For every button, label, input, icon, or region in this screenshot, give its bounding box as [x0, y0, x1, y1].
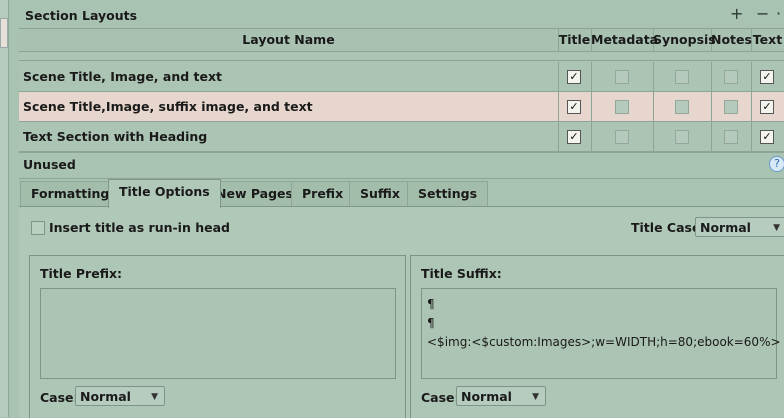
remove-layout-icon[interactable]: −: [756, 4, 769, 23]
add-layout-icon[interactable]: +: [730, 4, 743, 23]
prefix-case-label: Case:: [40, 390, 79, 405]
help-icon[interactable]: ?: [769, 156, 784, 172]
left-panel-selection: [0, 18, 8, 48]
column-separator: [711, 92, 712, 121]
title-prefix-field[interactable]: [40, 288, 396, 379]
column-separator: [653, 122, 654, 151]
column-separator: [751, 122, 752, 151]
tab-suffix[interactable]: Suffix: [349, 181, 411, 206]
unused-label: Unused: [23, 157, 76, 172]
more-options-icon[interactable]: ·: [776, 4, 781, 23]
column-separator: [751, 92, 752, 121]
suffix-line: ¶: [427, 316, 435, 330]
column-header-notes[interactable]: Notes: [711, 29, 752, 51]
tab-title-options[interactable]: Title Options: [108, 179, 221, 208]
runin-head-label: Insert title as run-in head: [49, 220, 230, 235]
table-row-partial: [19, 52, 784, 61]
title-suffix-text: ¶ ¶ <$img:<$custom:Images>;w=WIDTH;h=80;eb…: [427, 295, 781, 352]
column-separator: [558, 122, 559, 151]
title-checkbox[interactable]: ✓: [567, 130, 581, 144]
table-row[interactable]: Scene Title, Image, and text ✓ ✓: [19, 62, 784, 92]
runin-head-checkbox[interactable]: [31, 221, 45, 235]
column-separator: [558, 92, 559, 121]
title-suffix-label: Title Suffix:: [421, 266, 502, 281]
layout-name-cell: Scene Title,Image, suffix image, and tex…: [23, 99, 313, 114]
left-panel-edge: [0, 0, 9, 417]
title-checkbox[interactable]: ✓: [567, 70, 581, 84]
synopsis-checkbox[interactable]: [675, 70, 689, 84]
title-case-value: Normal: [700, 220, 751, 235]
chevron-down-icon: ▼: [773, 223, 780, 233]
column-separator: [653, 62, 654, 91]
title-checkbox[interactable]: ✓: [567, 100, 581, 114]
text-checkbox[interactable]: ✓: [760, 70, 774, 84]
tab-settings[interactable]: Settings: [407, 181, 489, 206]
column-separator: [591, 62, 592, 91]
table-row[interactable]: Text Section with Heading ✓ ✓: [19, 122, 784, 152]
prefix-case-value: Normal: [80, 389, 131, 404]
metadata-checkbox[interactable]: [615, 70, 629, 84]
column-separator: [591, 92, 592, 121]
column-separator: [653, 92, 654, 121]
section-layouts-title: Section Layouts: [25, 8, 138, 23]
suffix-case-label: Case:: [421, 390, 460, 405]
prefix-case-select[interactable]: Normal ▼: [75, 386, 165, 406]
unused-bar: [19, 152, 784, 179]
column-separator: [711, 122, 712, 151]
suffix-line: ¶: [427, 297, 435, 311]
notes-checkbox[interactable]: [724, 130, 738, 144]
chevron-down-icon: ▼: [151, 392, 158, 402]
layout-name-cell: Text Section with Heading: [23, 129, 208, 144]
title-prefix-label: Title Prefix:: [40, 266, 123, 281]
synopsis-checkbox[interactable]: [675, 100, 689, 114]
column-header-title[interactable]: Title: [558, 29, 592, 51]
column-separator: [591, 122, 592, 151]
suffix-case-value: Normal: [461, 389, 512, 404]
tab-prefix[interactable]: Prefix: [291, 181, 355, 206]
title-suffix-field[interactable]: ¶ ¶ <$img:<$custom:Images>;w=WIDTH;h=80;eb…: [421, 288, 781, 379]
section-layouts-table: Layout Name Title Metadata Synopsis Note…: [19, 28, 784, 153]
column-header-layout-name[interactable]: Layout Name: [19, 29, 559, 51]
column-header-synopsis[interactable]: Synopsis: [653, 29, 716, 51]
column-separator: [751, 62, 752, 91]
notes-checkbox[interactable]: [724, 70, 738, 84]
column-header-metadata[interactable]: Metadata: [591, 29, 658, 51]
text-checkbox[interactable]: ✓: [760, 130, 774, 144]
column-header-text[interactable]: Text: [751, 29, 784, 51]
metadata-checkbox[interactable]: [615, 130, 629, 144]
suffix-case-select[interactable]: Normal ▼: [456, 386, 546, 406]
title-case-select[interactable]: Normal ▼: [695, 217, 784, 237]
suffix-line: <$img:<$custom:Images>;w=WIDTH;h=80;eboo…: [427, 335, 781, 349]
layout-name-cell: Scene Title, Image, and text: [23, 69, 223, 84]
synopsis-checkbox[interactable]: [675, 130, 689, 144]
column-separator: [711, 62, 712, 91]
column-separator: [558, 62, 559, 91]
tab-formatting[interactable]: Formatting: [20, 181, 121, 206]
chevron-down-icon: ▼: [532, 392, 539, 402]
table-row[interactable]: Scene Title,Image, suffix image, and tex…: [19, 92, 784, 122]
text-checkbox[interactable]: ✓: [760, 100, 774, 114]
notes-checkbox[interactable]: [724, 100, 738, 114]
metadata-checkbox[interactable]: [615, 100, 629, 114]
